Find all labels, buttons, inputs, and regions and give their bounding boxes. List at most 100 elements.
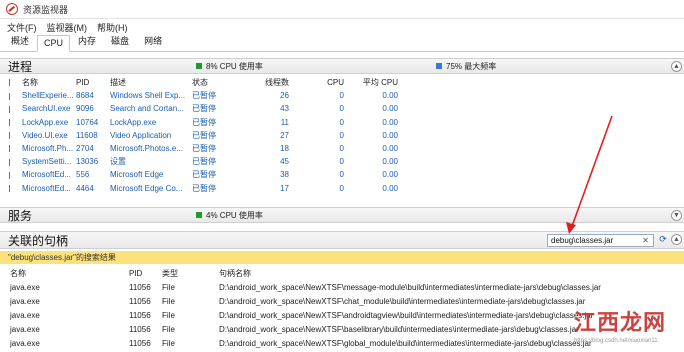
- process-name: Video.UI.exe: [22, 130, 68, 140]
- col-description[interactable]: 描述: [108, 77, 190, 88]
- col-status[interactable]: 状态: [190, 77, 240, 88]
- row-checkbox[interactable]: [0, 131, 10, 140]
- handles-header[interactable]: 关联的句柄 ✕ ⟳ ▲: [0, 231, 684, 249]
- process-avg-cpu: 0.00: [382, 104, 398, 114]
- row-checkbox[interactable]: [0, 91, 10, 100]
- process-name: MicrosoftEd...: [22, 170, 71, 180]
- row-checkbox[interactable]: [0, 104, 10, 113]
- process-status: 已暂停: [192, 117, 216, 127]
- processes-table: 名称 PID 描述 状态 线程数 CPU 平均 CPU ShellExperie…: [0, 76, 684, 195]
- processes-header[interactable]: 进程 8% CPU 使用率 75% 最大频率 ▲: [0, 58, 684, 74]
- process-avg-cpu: 0.00: [382, 130, 398, 140]
- table-row[interactable]: SystemSetti... 13036 设置 已暂停 45 0 0.00: [0, 155, 684, 168]
- process-threads: 17: [280, 183, 289, 193]
- col-name[interactable]: 名称: [10, 77, 74, 88]
- tab-disk[interactable]: 磁盘: [104, 31, 136, 51]
- process-description: Microsoft Edge: [110, 170, 164, 180]
- process-cpu: 0: [339, 170, 344, 180]
- process-name: SearchUI.exe: [22, 104, 71, 114]
- process-description: LockApp.exe: [110, 117, 157, 127]
- row-checkbox[interactable]: [0, 157, 10, 166]
- tab-cpu[interactable]: CPU: [37, 35, 71, 52]
- process-threads: 26: [280, 91, 289, 101]
- process-description: Microsoft Edge Co...: [110, 183, 183, 193]
- process-cpu: 0: [339, 104, 344, 114]
- collapse-processes-button[interactable]: ▲: [671, 61, 682, 72]
- col-handle-type[interactable]: 类型: [162, 268, 219, 279]
- process-status: 已暂停: [192, 104, 216, 114]
- row-checkbox[interactable]: [0, 170, 10, 179]
- process-pid: 4464: [76, 183, 94, 193]
- handle-process-name: java.exe: [10, 296, 40, 306]
- col-handle-name[interactable]: 句柄名称: [219, 268, 679, 279]
- watermark-url: https://blog.csdn.net/xiaoxian11: [574, 338, 658, 344]
- process-threads: 27: [280, 130, 289, 140]
- services-header[interactable]: 服务 4% CPU 使用率 ▼: [0, 207, 684, 223]
- expand-services-button[interactable]: ▼: [671, 210, 682, 221]
- row-checkbox[interactable]: [0, 144, 10, 153]
- title-bar: 资源监视器: [0, 0, 684, 19]
- processes-max-frequency: 75% 最大频率: [436, 61, 496, 72]
- handle-process-name: java.exe: [10, 282, 40, 292]
- handle-search-input[interactable]: [551, 236, 641, 245]
- table-row[interactable]: LockApp.exe 10764 LockApp.exe 已暂停 11 0 0.00: [0, 116, 684, 129]
- table-row[interactable]: MicrosoftEd... 4464 Microsoft Edge Co... 已暂…: [0, 182, 684, 195]
- clear-search-icon[interactable]: ✕: [642, 236, 649, 245]
- handle-type: File: [162, 310, 175, 320]
- handles-title: 关联的句柄: [8, 233, 69, 248]
- process-cpu: 0: [339, 130, 344, 140]
- handle-search-box[interactable]: ✕: [547, 234, 654, 247]
- table-row[interactable]: Video.UI.exe 11608 Video Application 已暂停 27 0…: [0, 129, 684, 142]
- process-status: 已暂停: [192, 144, 216, 154]
- process-threads: 38: [280, 170, 289, 180]
- processes-max-frequency-text: 75% 最大频率: [446, 61, 497, 71]
- process-cpu: 0: [339, 157, 344, 167]
- col-handle-process-name[interactable]: 名称: [0, 268, 129, 279]
- handle-type: File: [162, 296, 175, 306]
- tab-memory[interactable]: 内存: [71, 31, 103, 51]
- table-row[interactable]: ShellExperie... 8684 Windows Shell Exp... 已…: [0, 89, 684, 102]
- watermark: 江西龙网 https://blog.csdn.net/xiaoxian11: [572, 305, 680, 350]
- watermark-logo: 江西龙网: [574, 310, 667, 336]
- col-avg-cpu[interactable]: 平均 CPU: [346, 77, 400, 88]
- row-checkbox[interactable]: [0, 118, 10, 127]
- table-row[interactable]: SearchUI.exe 9096 Search and Cortan... 已暂停 4…: [0, 102, 684, 115]
- refresh-search-icon[interactable]: ⟳: [657, 234, 669, 247]
- handle-type: File: [162, 282, 175, 292]
- search-result-label: "debug\classes.jar"的搜索结果: [0, 251, 684, 264]
- handle-pid: 11056: [129, 296, 151, 306]
- handle-pid: 11056: [129, 310, 151, 320]
- processes-table-header: 名称 PID 描述 状态 线程数 CPU 平均 CPU: [0, 76, 684, 89]
- select-all-checkbox[interactable]: [0, 78, 10, 87]
- tab-network[interactable]: 网络: [137, 31, 169, 51]
- process-pid: 9096: [76, 104, 94, 114]
- process-status: 已暂停: [192, 170, 216, 180]
- process-status: 已暂停: [192, 183, 216, 193]
- process-pid: 13036: [76, 157, 99, 167]
- handle-process-name: java.exe: [10, 310, 40, 320]
- col-handle-pid[interactable]: PID: [129, 269, 162, 278]
- handle-type: File: [162, 338, 175, 348]
- handle-pid: 11056: [129, 282, 151, 292]
- tab-overview[interactable]: 概述: [4, 31, 36, 51]
- process-pid: 2704: [76, 144, 94, 154]
- max-frequency-swatch: [436, 63, 442, 69]
- row-checkbox[interactable]: [0, 184, 10, 193]
- processes-cpu-usage-text: 8% CPU 使用率: [206, 61, 263, 71]
- col-pid[interactable]: PID: [74, 78, 108, 87]
- table-row[interactable]: java.exe 11056 File D:\android_work_space\N…: [0, 280, 684, 294]
- col-threads[interactable]: 线程数: [240, 77, 291, 88]
- collapse-handles-button[interactable]: ▲: [671, 234, 682, 245]
- process-description: Windows Shell Exp...: [110, 91, 186, 101]
- process-name: Microsoft.Ph...: [22, 144, 74, 154]
- process-avg-cpu: 0.00: [382, 170, 398, 180]
- handle-process-name: java.exe: [10, 324, 40, 334]
- processes-cpu-usage: 8% CPU 使用率: [196, 61, 436, 72]
- process-name: MicrosoftEd...: [22, 183, 71, 193]
- table-row[interactable]: MicrosoftEd... 556 Microsoft Edge 已暂停 38 0 0.0…: [0, 168, 684, 181]
- process-cpu: 0: [339, 91, 344, 101]
- process-pid: 10764: [76, 117, 99, 127]
- process-name: ShellExperie...: [22, 91, 74, 101]
- col-cpu[interactable]: CPU: [291, 78, 346, 87]
- table-row[interactable]: Microsoft.Ph... 2704 Microsoft.Photos.e...…: [0, 142, 684, 155]
